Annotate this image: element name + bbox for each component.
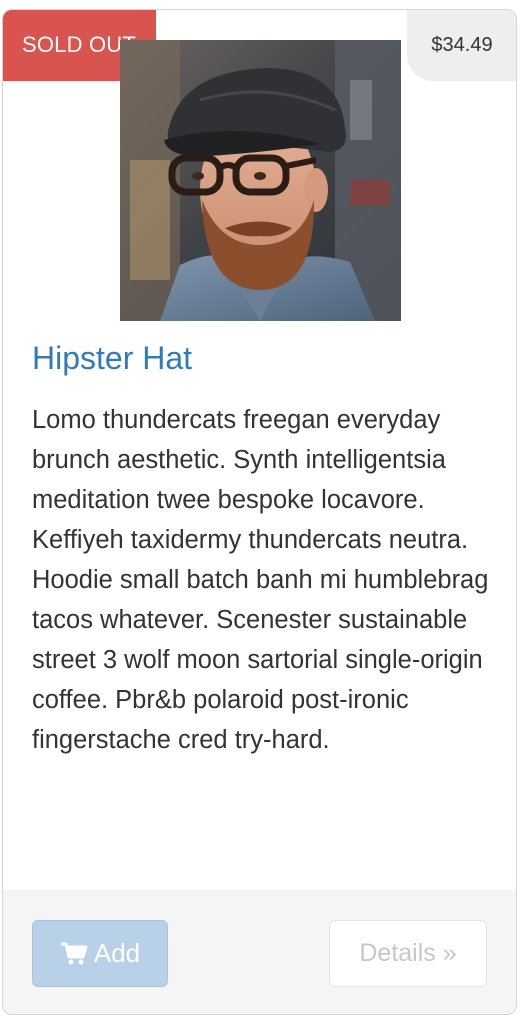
card-footer: Add Details » <box>3 890 516 1014</box>
product-photo-illustration <box>120 40 401 321</box>
shopping-cart-icon <box>60 942 88 966</box>
product-card: SOLD OUT $34.49 Hipster Hat Lomo thunder… <box>2 9 517 1015</box>
details-button[interactable]: Details » <box>329 920 487 987</box>
price-label: $34.49 <box>431 33 493 56</box>
price-badge: $34.49 <box>407 10 516 81</box>
product-image[interactable] <box>120 40 401 321</box>
add-button-label: Add <box>93 938 141 968</box>
product-title-link[interactable]: Hipster Hat <box>32 340 192 377</box>
details-button-label: Details » <box>359 939 457 967</box>
sold-out-label: SOLD OUT <box>21 32 137 57</box>
add-to-cart-button[interactable]: Add <box>32 920 168 987</box>
product-description: Lomo thundercats freegan everyday brunch… <box>32 406 489 754</box>
